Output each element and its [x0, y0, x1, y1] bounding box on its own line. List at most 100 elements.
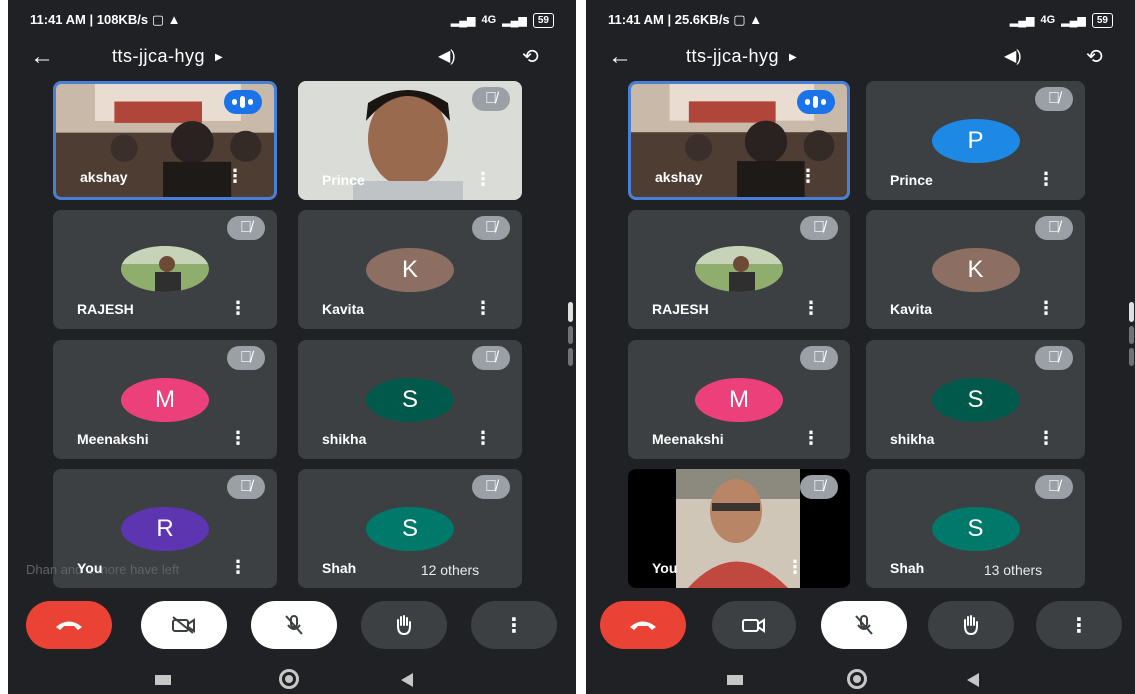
- raise-hand-button[interactable]: [928, 601, 1014, 649]
- avatar: [121, 246, 209, 292]
- status-bar: 11:41 AM | 108KB/s ▢ ▲ ▂▄▆ 4G ▂▄▆ 59: [8, 0, 576, 40]
- raise-hand-button[interactable]: [361, 601, 447, 649]
- scrollbar-track: [1129, 348, 1134, 366]
- raise-hand-icon: [964, 615, 978, 636]
- participant-tile-prince[interactable]: 🎙̸ Prince ⋮: [298, 81, 522, 200]
- more-options-icon[interactable]: ⋮: [802, 298, 820, 319]
- more-options-icon[interactable]: ⋮: [1037, 169, 1055, 190]
- back-nav-icon[interactable]: [967, 673, 979, 687]
- muted-mic-icon: 🎙̸: [1035, 216, 1073, 240]
- mic-off-button[interactable]: [821, 601, 907, 649]
- scrollbar-thumb[interactable]: [568, 302, 573, 322]
- switch-camera-icon[interactable]: ⟲: [1086, 44, 1103, 69]
- scrollbar-thumb[interactable]: [1129, 302, 1134, 322]
- participant-name: Shah: [890, 560, 925, 576]
- camera-icon: [742, 618, 765, 633]
- participant-tile-you[interactable]: 🎙̸ You ⋮: [628, 469, 850, 588]
- signal-icon: ▂▄▆: [450, 14, 476, 27]
- camera-off-icon: [172, 616, 195, 634]
- participant-tile-meenakshi[interactable]: 🎙̸ M Meenakshi ⋮: [53, 340, 277, 459]
- more-options-icon[interactable]: ⋮: [802, 428, 820, 449]
- participant-tile-kavita[interactable]: 🎙̸ K Kavita ⋮: [866, 210, 1085, 329]
- more-options-icon[interactable]: ⋮: [229, 298, 247, 319]
- end-call-button[interactable]: [600, 601, 686, 649]
- participant-tile-shah[interactable]: 🎙̸ S Shah 12 others: [298, 469, 522, 588]
- back-arrow-icon[interactable]: ←: [608, 44, 632, 70]
- more-options-icon[interactable]: ⋮: [474, 428, 492, 449]
- play-arrow-icon: ▶: [789, 51, 798, 63]
- camera-on-button[interactable]: [712, 601, 796, 649]
- meeting-header: ← tts-jjca-hyg ▶ ◀) ⟲: [586, 40, 1135, 76]
- avatar: R: [121, 507, 209, 551]
- muted-mic-icon: 🎙̸: [1035, 475, 1073, 499]
- end-call-button[interactable]: [26, 601, 112, 649]
- more-options-icon[interactable]: ⋮: [474, 298, 492, 319]
- back-nav-icon[interactable]: [401, 673, 413, 687]
- mic-off-button[interactable]: [251, 601, 337, 649]
- participant-name: Shah: [322, 560, 357, 576]
- more-options-icon[interactable]: ⋮: [799, 166, 817, 187]
- participant-tile-kavita[interactable]: 🎙̸ K Kavita ⋮: [298, 210, 522, 329]
- meeting-title-button[interactable]: tts-jjca-hyg ▶: [686, 46, 797, 67]
- network-type: 4G: [1040, 14, 1056, 26]
- muted-mic-icon: 🎙̸: [800, 346, 838, 370]
- more-options-button[interactable]: ⋮: [1036, 601, 1122, 649]
- status-time: 11:41 AM | 108KB/s: [30, 12, 149, 27]
- status-icons: ▢ ▲: [151, 12, 181, 27]
- participant-name: Meenakshi: [77, 431, 149, 447]
- switch-camera-icon[interactable]: ⟲: [522, 44, 539, 69]
- scrollbar-track: [568, 348, 573, 366]
- participant-tile-meenakshi[interactable]: 🎙̸ M Meenakshi ⋮: [628, 340, 850, 459]
- muted-mic-icon: 🎙̸: [227, 216, 265, 240]
- participant-name: Kavita: [322, 301, 365, 317]
- play-arrow-icon: ▶: [215, 51, 224, 63]
- android-nav-bar: [8, 662, 576, 694]
- raise-hand-icon: [397, 615, 411, 636]
- more-options-icon[interactable]: ⋮: [229, 428, 247, 449]
- participant-tile-shah[interactable]: 🎙̸ S Shah 13 others: [866, 469, 1085, 588]
- meeting-title-button[interactable]: tts-jjca-hyg ▶: [112, 46, 223, 67]
- more-options-icon[interactable]: ⋮: [1037, 428, 1055, 449]
- android-nav-bar: [586, 662, 1135, 694]
- more-options-icon[interactable]: ⋮: [1037, 298, 1055, 319]
- muted-mic-icon: 🎙̸: [472, 475, 510, 499]
- more-options-icon[interactable]: ⋮: [226, 166, 244, 187]
- others-count-button[interactable]: 13 others: [951, 558, 1075, 582]
- recents-icon[interactable]: [155, 675, 171, 685]
- back-arrow-icon[interactable]: ←: [30, 44, 54, 70]
- muted-mic-icon: 🎙̸: [1035, 87, 1073, 111]
- participant-name: akshay: [80, 169, 128, 185]
- home-icon[interactable]: [279, 669, 299, 689]
- participant-tile-shikha[interactable]: 🎙̸ S shikha ⋮: [298, 340, 522, 459]
- signal-icon-2: ▂▄▆: [1061, 14, 1086, 27]
- participant-tile-prince[interactable]: 🎙̸ P Prince ⋮: [866, 81, 1085, 200]
- participant-tile-shikha[interactable]: 🎙̸ S shikha ⋮: [866, 340, 1085, 459]
- participant-tile-rajesh[interactable]: 🎙̸ RAJESH ⋮: [53, 210, 277, 329]
- more-options-icon[interactable]: ⋮: [229, 557, 247, 578]
- battery-level: 59: [1091, 12, 1113, 28]
- mic-off-icon: [855, 615, 873, 635]
- right-phone-screen: 11:41 AM | 25.6KB/s ▢ ▲ ▂▄▆ 4G ▂▄▆ 59 ← …: [586, 0, 1135, 694]
- more-options-icon[interactable]: ⋮: [786, 557, 804, 578]
- left-phone-screen: 11:41 AM | 108KB/s ▢ ▲ ▂▄▆ 4G ▂▄▆ 59 ← t…: [8, 0, 576, 694]
- participant-tile-akshay[interactable]: akshay ⋮: [628, 81, 850, 200]
- home-icon[interactable]: [847, 669, 867, 689]
- network-type: 4G: [481, 14, 497, 26]
- recents-icon[interactable]: [727, 675, 743, 685]
- participant-tile-akshay[interactable]: akshay ⋮: [53, 81, 277, 200]
- muted-mic-icon: 🎙̸: [1035, 346, 1073, 370]
- participant-name: You: [77, 560, 103, 576]
- participant-name: Kavita: [890, 301, 933, 317]
- participant-name: shikha: [890, 431, 935, 447]
- others-count-button[interactable]: 12 others: [388, 558, 512, 582]
- more-options-button[interactable]: ⋮: [471, 601, 557, 649]
- camera-off-button[interactable]: [141, 601, 227, 649]
- more-options-icon[interactable]: ⋮: [474, 169, 492, 190]
- avatar: S: [931, 378, 1020, 422]
- speaker-icon[interactable]: ◀): [1004, 46, 1022, 66]
- avatar: K: [366, 248, 454, 292]
- speaker-icon[interactable]: ◀): [438, 46, 456, 66]
- avatar: S: [366, 507, 454, 551]
- avatar-photo: [121, 246, 209, 292]
- participant-tile-rajesh[interactable]: 🎙̸ RAJESH ⋮: [628, 210, 850, 329]
